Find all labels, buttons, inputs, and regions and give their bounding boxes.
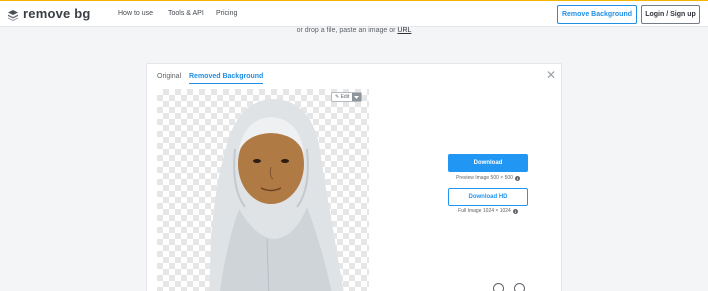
thumbs-up-icon[interactable] [493,283,504,291]
remove-bg-logo-icon [7,8,19,21]
drop-hint: or drop a file, paste an image or URL [0,26,708,36]
nav-pricing[interactable]: Pricing [216,9,237,19]
person-cutout-image [209,99,344,291]
nav-tools-api[interactable]: Tools & API [168,9,204,19]
download-button[interactable]: Download [448,154,528,172]
close-icon[interactable]: ✕ [546,69,556,81]
tab-removed-background[interactable]: Removed Background [189,72,264,84]
chevron-down-icon[interactable] [352,93,362,101]
edit-button[interactable]: ✎ Edit [331,92,363,102]
paste-url-link[interactable]: URL [397,27,411,34]
info-icon[interactable]: i [512,209,518,214]
download-hd-button[interactable]: Download HD [448,188,528,206]
remove-background-button[interactable]: Remove Background [557,5,637,24]
preview-image-info: Preview Image 500 × 500 i [438,175,538,182]
brand-name: remove bg [23,6,91,21]
nav-how-to-use[interactable]: How to use [118,9,153,19]
edit-text: Edit [340,94,350,100]
thumbs-down-icon[interactable] [514,283,525,291]
result-card: Original Removed Background ✕ ✎ Edit Dow… [146,63,562,291]
result-image-preview: ✎ Edit [157,89,369,291]
pencil-icon: ✎ [335,94,340,100]
full-image-info: Full Image 1024 × 1024 i [438,208,538,215]
info-icon[interactable]: i [514,176,520,181]
preview-size-text: Preview Image 500 × 500 [456,175,513,181]
drop-hint-text: or drop a file, paste an image or [296,27,396,34]
login-signup-button[interactable]: Login / Sign up [641,5,700,24]
logo[interactable]: remove bg [7,7,91,21]
tab-original[interactable]: Original [157,72,181,82]
full-size-text: Full Image 1024 × 1024 [458,208,511,214]
edit-label: ✎ Edit [332,93,352,101]
top-navbar: remove bg How to use Tools & API Pricing… [0,0,708,27]
